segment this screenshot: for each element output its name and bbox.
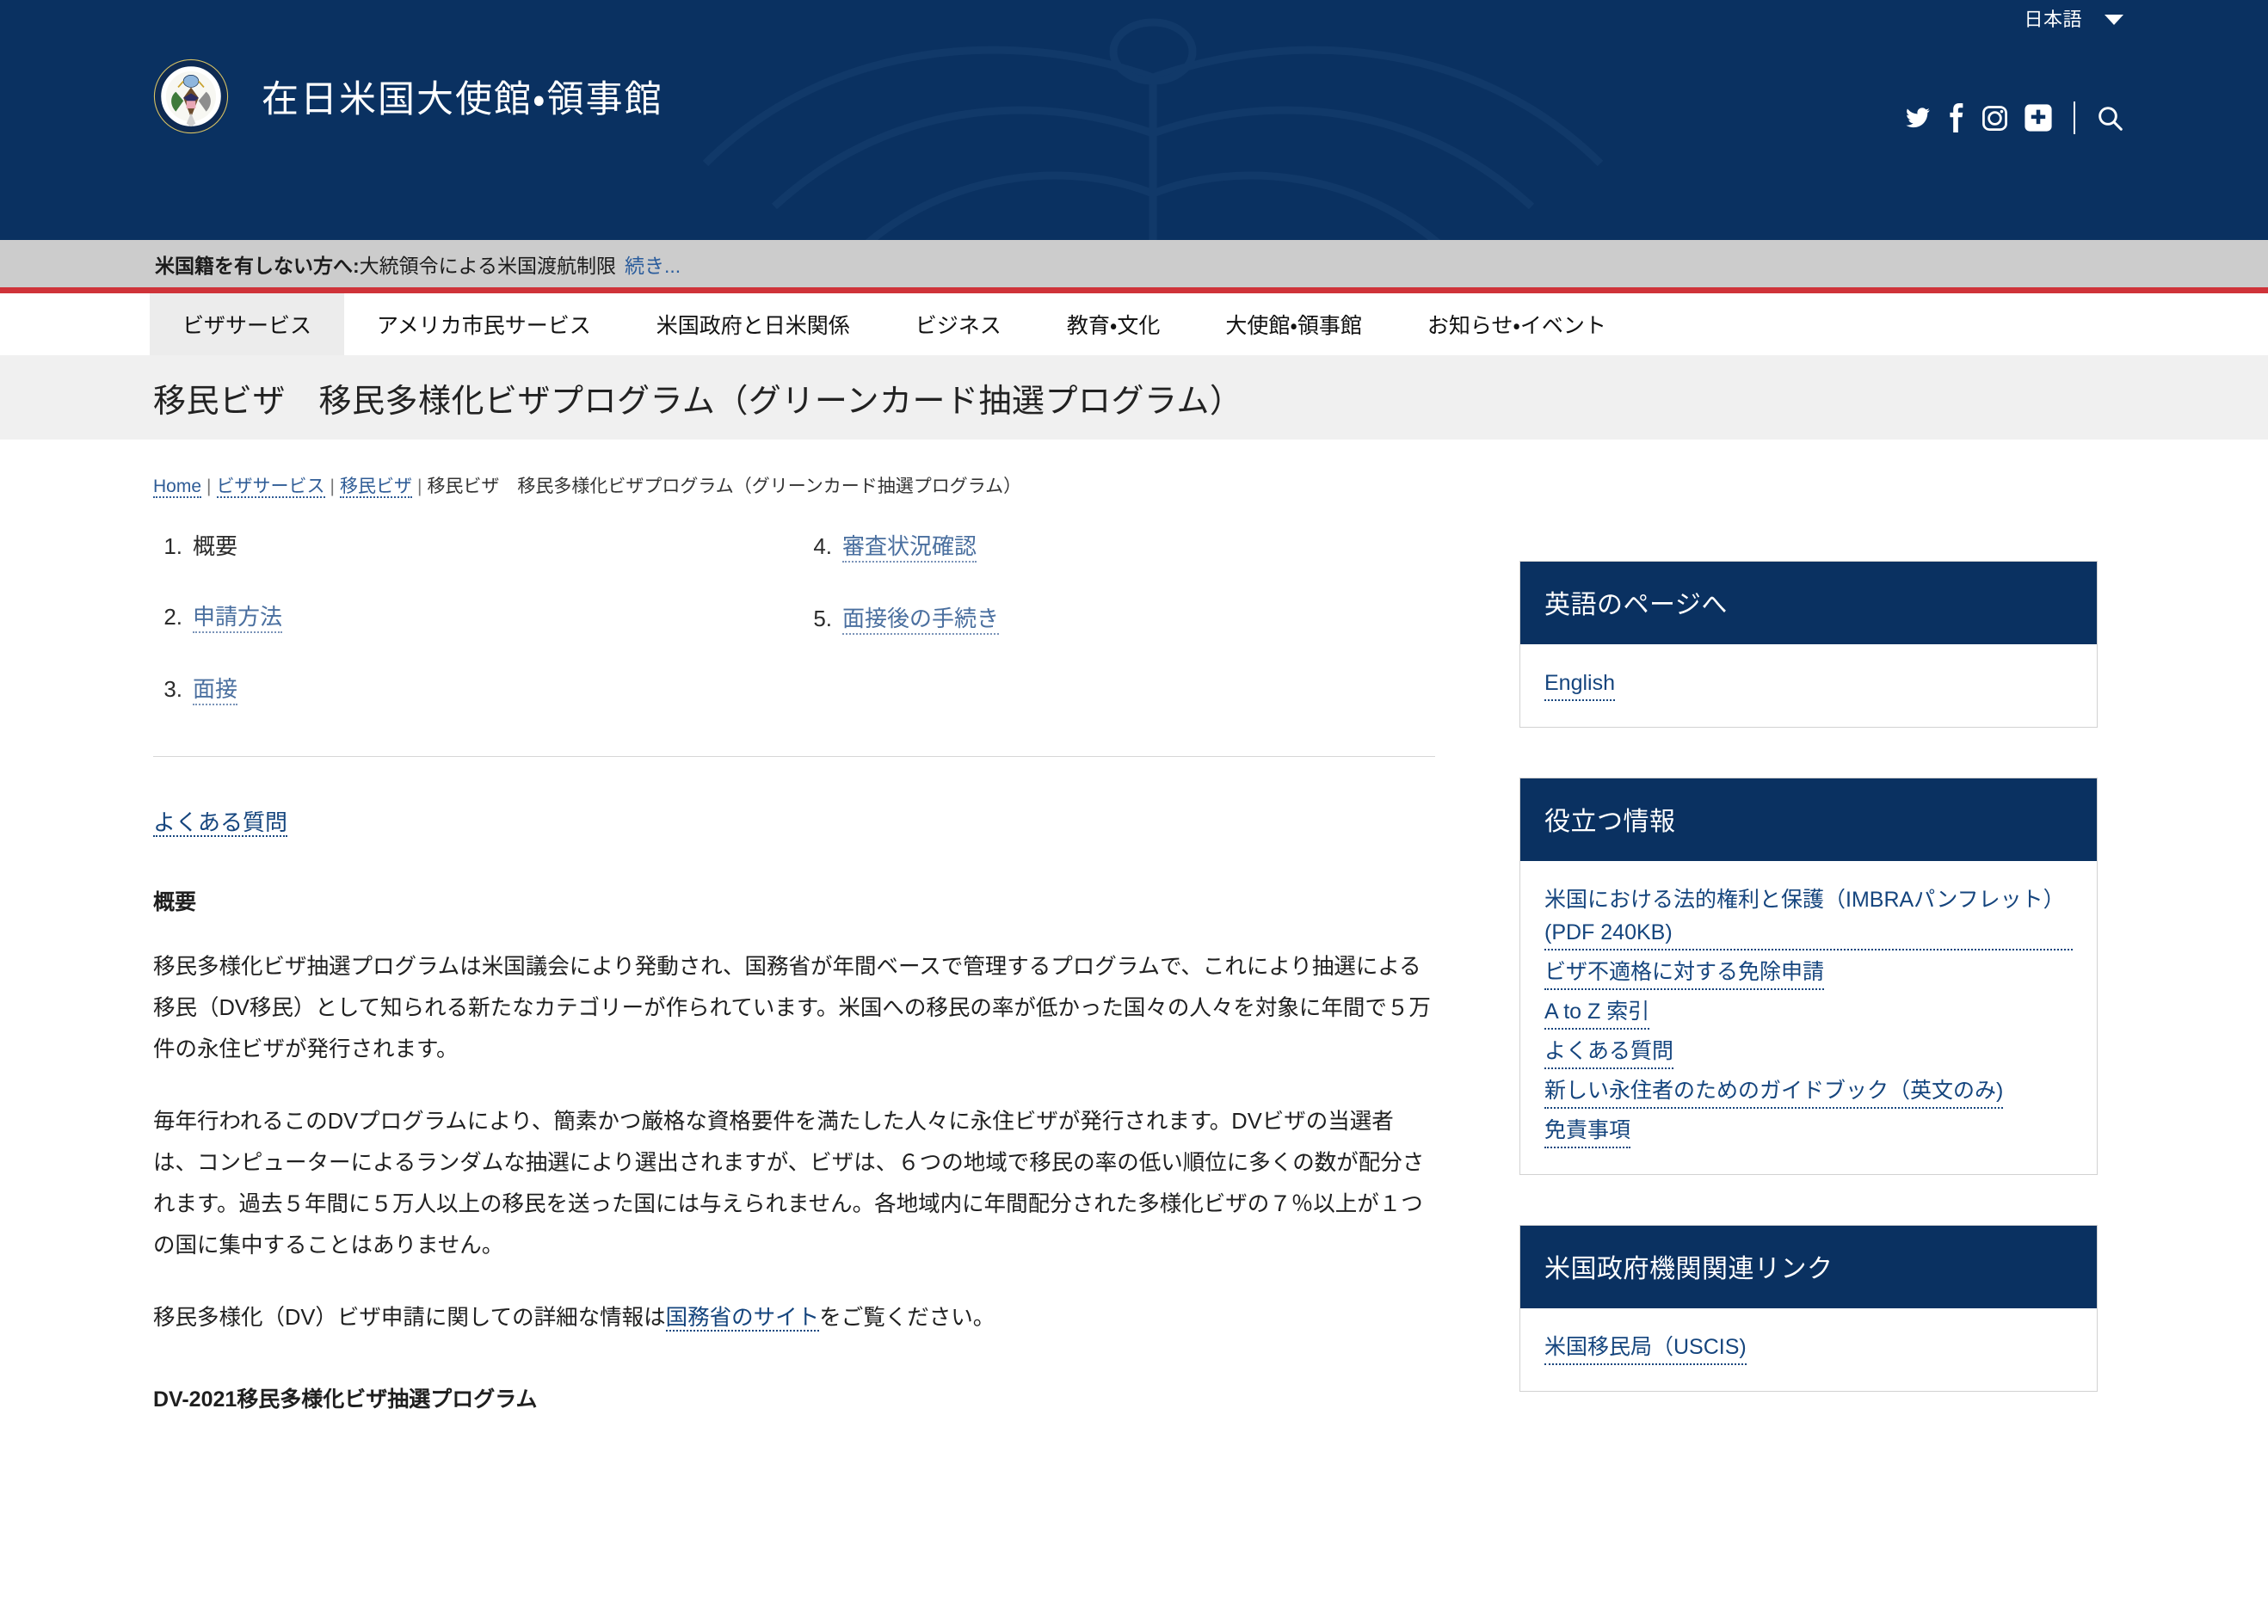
index-number: 5. (813, 606, 832, 631)
index-number: 2. (163, 604, 182, 630)
sidebar-box-useful-info: 役立つ情報 米国における法的権利と保護（IMBRAパンフレット）(PDF 240… (1519, 778, 2098, 1175)
sidebar: 英語のページへ English 役立つ情報 米国における法的権利と保護（IMBR… (1519, 507, 2098, 1442)
breadcrumb: Home | ビザサービス | 移民ビザ | 移民ビザ 移民多様化ビザプログラム（グリーンカ… (153, 440, 2123, 507)
index-item-how-to-apply: 2. 申請方法 (153, 600, 803, 633)
sidebar-link-a-to-z-index[interactable]: A to Z 索引 (1544, 995, 1650, 1030)
language-label: 日本語 (2024, 9, 2082, 30)
eagle-watermark-decoration (702, 18, 1604, 240)
sidebar-link-faq[interactable]: よくある質問 (1544, 1035, 1674, 1069)
language-switcher[interactable]: 日本語 (2024, 0, 2123, 36)
section-index: 1. 概要 2. 申請方法 3. 面接 4. 審査状況確認 5. 面接後の手続き (153, 507, 1452, 744)
nav-item-news-events[interactable]: お知らせ・イベント (1395, 293, 1639, 355)
paragraph-overview-3: 移民多様化（DV）ビザ申請に関しての詳細な情報は国務省のサイトをご覧ください。 (153, 1298, 1435, 1339)
index-item-after-interview: 5. 面接後の手続き (803, 601, 1452, 635)
heading-overview: 概要 (153, 890, 197, 914)
index-item-status-check: 4. 審査状況確認 (803, 529, 1452, 563)
index-link-how-to-apply[interactable]: 申請方法 (193, 600, 283, 633)
sidebar-box-title: 役立つ情報 (1520, 778, 2097, 861)
sidebar-box-body: 米国における法的権利と保護（IMBRAパンフレット）(PDF 240KB) ビザ… (1520, 861, 2097, 1174)
sidebar-box-title: 米国政府機関関連リンク (1520, 1226, 2097, 1308)
index-item-interview: 3. 面接 (153, 672, 803, 705)
content-wrapper: Home | ビザサービス | 移民ビザ | 移民ビザ 移民多様化ビザプログラム（グリーンカ… (0, 440, 2268, 1442)
sidebar-link-disclaimer[interactable]: 免責事項 (1544, 1114, 1631, 1148)
sidebar-link-new-resident-guide[interactable]: 新しい永住者のためのガイドブック（英文のみ) (1544, 1074, 2004, 1109)
paragraph-3-text-after: をご覧ください。 (819, 1305, 995, 1330)
sidebar-box-gov-links: 米国政府機関関連リンク 米国移民局（USCIS) (1519, 1225, 2098, 1392)
brand-title: 在日米国大使館・領事館 (262, 79, 663, 120)
us-department-of-state-seal-icon (153, 58, 229, 134)
nav-item-citizen-services[interactable]: アメリカ市民サービス (344, 293, 624, 355)
primary-navigation: ビザサービス アメリカ市民サービス 米国政府と日米関係 ビジネス 教育・文化 大… (0, 293, 2268, 355)
heading-dv-2021: DV-2021移民多様化ビザ抽選プログラム (153, 1387, 538, 1412)
page-title: 移民ビザ 移民多様化ビザプログラム（グリーンカード抽選プログラム） (153, 383, 1243, 420)
breadcrumb-item-visa-services[interactable]: ビザサービス (216, 477, 325, 498)
sidebar-box-title: 英語のページへ (1520, 562, 2097, 644)
nav-item-visa-services[interactable]: ビザサービス (150, 293, 345, 355)
section-index-right-column: 4. 審査状況確認 5. 面接後の手続き (803, 529, 1452, 744)
alert-read-more-link[interactable]: 続き... (625, 249, 681, 279)
section-index-left-column: 1. 概要 2. 申請方法 3. 面接 (153, 529, 803, 744)
paragraph-overview-2: 毎年行われるこのDVプログラムにより、簡素かつ厳格な資格要件を満たした人々に永住… (153, 1109, 1425, 1258)
sidebar-box-body: English (1520, 644, 2097, 727)
social-links (1903, 102, 2123, 134)
breadcrumb-separator: | (206, 477, 212, 496)
index-number: 4. (813, 533, 832, 559)
index-number: 1. (163, 533, 182, 559)
index-link-interview[interactable]: 面接 (193, 672, 238, 705)
sidebar-link-visa-waiver[interactable]: ビザ不適格に対する免除申請 (1544, 956, 1825, 990)
paragraph-overview-1: 移民多様化ビザ抽選プログラムは米国議会により発動され、国務省が年間ベースで管理す… (153, 955, 1431, 1061)
two-column-layout: 1. 概要 2. 申請方法 3. 面接 4. 審査状況確認 5. 面接後の手続き… (153, 507, 2123, 1442)
index-number: 3. (163, 676, 182, 702)
paragraph-3-text-before: 移民多様化（DV）ビザ申請に関しての詳細な情報は (153, 1305, 666, 1330)
breadcrumb-item-immigrant-visa[interactable]: 移民ビザ (339, 477, 412, 498)
main-content-column: 1. 概要 2. 申請方法 3. 面接 4. 審査状況確認 5. 面接後の手続き… (153, 507, 1452, 1442)
nav-item-embassy-consulates[interactable]: 大使館・領事館 (1193, 293, 1395, 355)
sidebar-box-english-page: 英語のページへ English (1519, 561, 2098, 728)
page-title-band: 移民ビザ 移民多様化ビザプログラム（グリーンカード抽選プログラム） (0, 355, 2268, 440)
nav-item-education-culture[interactable]: 教育・文化 (1034, 293, 1193, 355)
facebook-icon[interactable] (1947, 103, 1966, 132)
alert-strong-text: 米国籍を有しない方へ: (155, 254, 360, 277)
flickr-plus-icon[interactable] (2024, 103, 2053, 132)
instagram-icon[interactable] (1981, 104, 2009, 132)
breadcrumb-separator: | (416, 477, 422, 496)
faq-link[interactable]: よくある質問 (153, 809, 288, 837)
alert-body-text: 大統領令による米国渡航制限 (359, 254, 616, 277)
breadcrumb-item-home[interactable]: Home (153, 477, 202, 498)
index-link-status-check[interactable]: 審査状況確認 (842, 529, 977, 563)
breadcrumb-separator: | (330, 477, 335, 496)
faq-link-wrapper: よくある質問 (153, 757, 1452, 837)
index-item-overview: 1. 概要 (153, 529, 803, 561)
nav-item-business[interactable]: ビジネス (883, 293, 1034, 355)
chevron-down-icon (2105, 14, 2123, 25)
nav-item-us-japan-relations[interactable]: 米国政府と日米関係 (624, 293, 883, 355)
breadcrumb-current-page: 移民ビザ 移民多様化ビザプログラム（グリーンカード抽選プログラム） (427, 477, 1022, 496)
twitter-icon[interactable] (1903, 105, 1932, 131)
sidebar-link-english[interactable]: English (1544, 667, 1615, 701)
sidebar-link-uscis[interactable]: 米国移民局（USCIS) (1544, 1331, 1747, 1365)
site-brand[interactable]: 在日米国大使館・領事館 (153, 58, 663, 134)
state-department-site-link[interactable]: 国務省のサイト (665, 1305, 820, 1332)
sidebar-link-imbra-pamphlet[interactable]: 米国における法的権利と保護（IMBRAパンフレット）(PDF 240KB) (1544, 883, 2073, 950)
social-divider (2074, 102, 2075, 134)
search-icon[interactable] (2096, 104, 2123, 132)
site-header: 日本語 在日米国大使館・領事館 (0, 0, 2268, 240)
index-link-after-interview[interactable]: 面接後の手続き (842, 601, 1000, 635)
index-label: 概要 (193, 533, 238, 559)
sidebar-box-body: 米国移民局（USCIS) (1520, 1308, 2097, 1391)
site-alert-bar: 米国籍を有しない方へ: 大統領令による米国渡航制限 続き... (0, 240, 2268, 293)
